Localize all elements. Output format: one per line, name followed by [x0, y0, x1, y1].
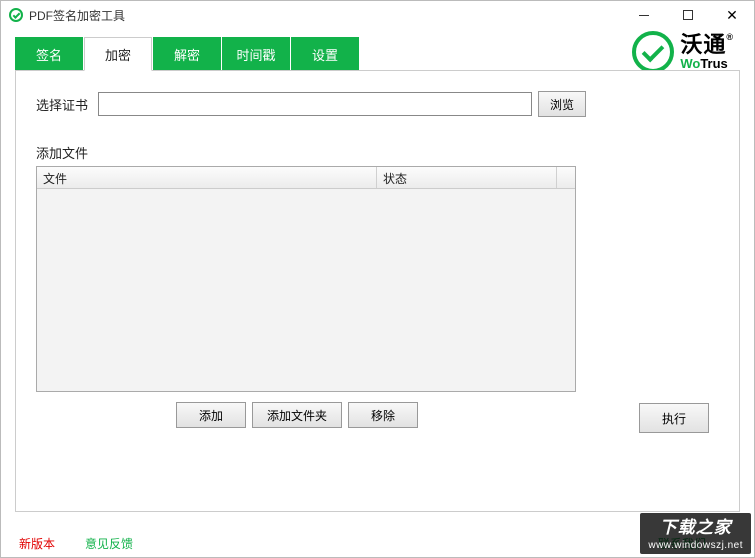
watermark: 下载之家 www.windowszj.net — [640, 513, 751, 554]
maximize-icon — [683, 10, 693, 20]
table-body[interactable] — [37, 189, 575, 391]
tab-bar: 签名 加密 解密 时间戳 设置 — [15, 37, 360, 71]
cert-path-input[interactable] — [98, 92, 532, 116]
tab-settings[interactable]: 设置 — [291, 37, 359, 71]
logo-checkmark-icon — [632, 31, 674, 73]
feedback-link[interactable]: 意见反馈 — [85, 535, 133, 552]
app-window: PDF签名加密工具 ✕ 签名 加密 解密 时间戳 设置 沃通® WoTrus 选… — [0, 0, 755, 558]
minimize-icon — [639, 15, 649, 16]
close-icon: ✕ — [726, 8, 738, 22]
app-icon — [9, 8, 23, 22]
logo-reg: ® — [726, 32, 734, 42]
logo-en-trus: Trus — [700, 56, 727, 71]
tab-encrypt[interactable]: 加密 — [84, 37, 152, 71]
content-panel: 选择证书 浏览 添加文件 文件 状态 添加 添加文件夹 移除 执行 — [15, 70, 740, 512]
watermark-en: www.windowszj.net — [648, 539, 743, 552]
titlebar: PDF签名加密工具 ✕ — [1, 1, 754, 29]
new-version-link[interactable]: 新版本 — [19, 535, 55, 552]
logo-cn: 沃通 — [680, 32, 726, 57]
remove-button[interactable]: 移除 — [348, 402, 418, 428]
execute-button[interactable]: 执行 — [639, 403, 709, 433]
header-row: 签名 加密 解密 时间戳 设置 沃通® WoTrus — [1, 29, 754, 71]
add-button[interactable]: 添加 — [176, 402, 246, 428]
file-table: 文件 状态 — [36, 166, 576, 392]
tab-decrypt[interactable]: 解密 — [153, 37, 221, 71]
col-status[interactable]: 状态 — [377, 167, 557, 188]
tab-sign[interactable]: 签名 — [15, 37, 83, 71]
cert-row: 选择证书 浏览 — [36, 91, 719, 117]
logo-text: 沃通® WoTrus — [680, 33, 734, 71]
maximize-button[interactable] — [666, 1, 710, 29]
watermark-cn: 下载之家 — [648, 517, 743, 539]
window-title: PDF签名加密工具 — [29, 7, 125, 24]
close-button[interactable]: ✕ — [710, 1, 754, 29]
tab-timestamp[interactable]: 时间戳 — [222, 37, 290, 71]
table-header: 文件 状态 — [37, 167, 575, 189]
brand-logo: 沃通® WoTrus — [632, 31, 734, 73]
execute-wrap: 执行 — [633, 403, 709, 433]
col-file[interactable]: 文件 — [37, 167, 377, 188]
cert-label: 选择证书 — [36, 95, 98, 114]
browse-button[interactable]: 浏览 — [538, 91, 586, 117]
add-folder-button[interactable]: 添加文件夹 — [252, 402, 342, 428]
logo-en-wo: Wo — [680, 56, 700, 71]
window-controls: ✕ — [622, 1, 754, 29]
add-files-label: 添加文件 — [36, 143, 719, 162]
minimize-button[interactable] — [622, 1, 666, 29]
